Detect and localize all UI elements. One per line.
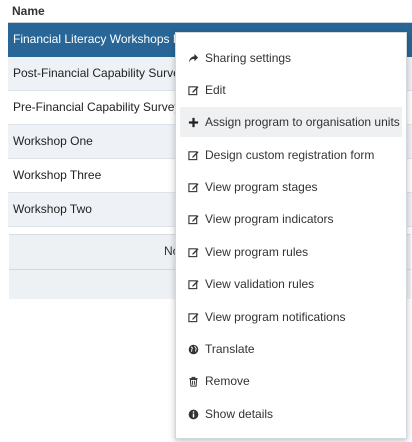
menu-item-label: Remove xyxy=(205,374,250,388)
share-icon xyxy=(188,53,199,64)
menu-item-design-form[interactable]: Design custom registration form xyxy=(180,140,402,170)
menu-item-program-rules[interactable]: View program rules xyxy=(180,237,402,267)
info-icon xyxy=(188,409,199,420)
menu-item-edit[interactable]: Edit xyxy=(180,75,402,105)
menu-item-label: View program rules xyxy=(205,245,309,259)
menu-item-label: Edit xyxy=(205,83,226,97)
menu-item-label: Show details xyxy=(205,407,274,421)
plus-icon xyxy=(188,117,199,128)
edit-icon xyxy=(188,214,199,225)
row-label: Pre-Financial Capability Survey xyxy=(13,100,181,114)
menu-item-label: Translate xyxy=(205,342,255,356)
trash-icon xyxy=(188,376,199,387)
menu-item-assign-org-units[interactable]: Assign program to organisation units xyxy=(180,107,402,137)
edit-icon xyxy=(188,182,199,193)
menu-item-label: Assign program to organisation units xyxy=(205,115,400,129)
menu-item-sharing-settings[interactable]: Sharing settings xyxy=(180,43,402,73)
row-label: Workshop Two xyxy=(13,202,92,216)
menu-item-label: View program notifications xyxy=(205,310,346,324)
edit-icon xyxy=(188,312,199,323)
edit-icon xyxy=(188,279,199,290)
menu-item-validation-rules[interactable]: View validation rules xyxy=(180,269,402,299)
column-header-name[interactable]: Name xyxy=(8,0,412,23)
row-label: Post-Financial Capability Survey xyxy=(13,66,186,80)
menu-item-label: View program indicators xyxy=(205,212,334,226)
menu-item-show-details[interactable]: Show details xyxy=(180,399,402,429)
row-label: Workshop Three xyxy=(13,168,102,182)
menu-item-label: View program stages xyxy=(205,180,318,194)
menu-item-program-indicators[interactable]: View program indicators xyxy=(180,204,402,234)
menu-item-remove[interactable]: Remove xyxy=(180,366,402,396)
globe-icon xyxy=(188,344,199,355)
menu-item-label: Design custom registration form xyxy=(205,148,375,162)
edit-icon xyxy=(188,150,199,161)
menu-item-program-stages[interactable]: View program stages xyxy=(180,172,402,202)
edit-icon xyxy=(188,85,199,96)
menu-item-label: Sharing settings xyxy=(205,51,292,65)
menu-item-program-notifications[interactable]: View program notifications xyxy=(180,302,402,332)
menu-item-label: View validation rules xyxy=(205,277,315,291)
row-label: Workshop One xyxy=(13,134,93,148)
row-label: Financial Literacy Workshops Pro xyxy=(13,32,192,46)
edit-icon xyxy=(188,247,199,258)
menu-item-translate[interactable]: Translate xyxy=(180,334,402,364)
context-menu: Sharing settings Edit Assign program to … xyxy=(175,32,407,439)
